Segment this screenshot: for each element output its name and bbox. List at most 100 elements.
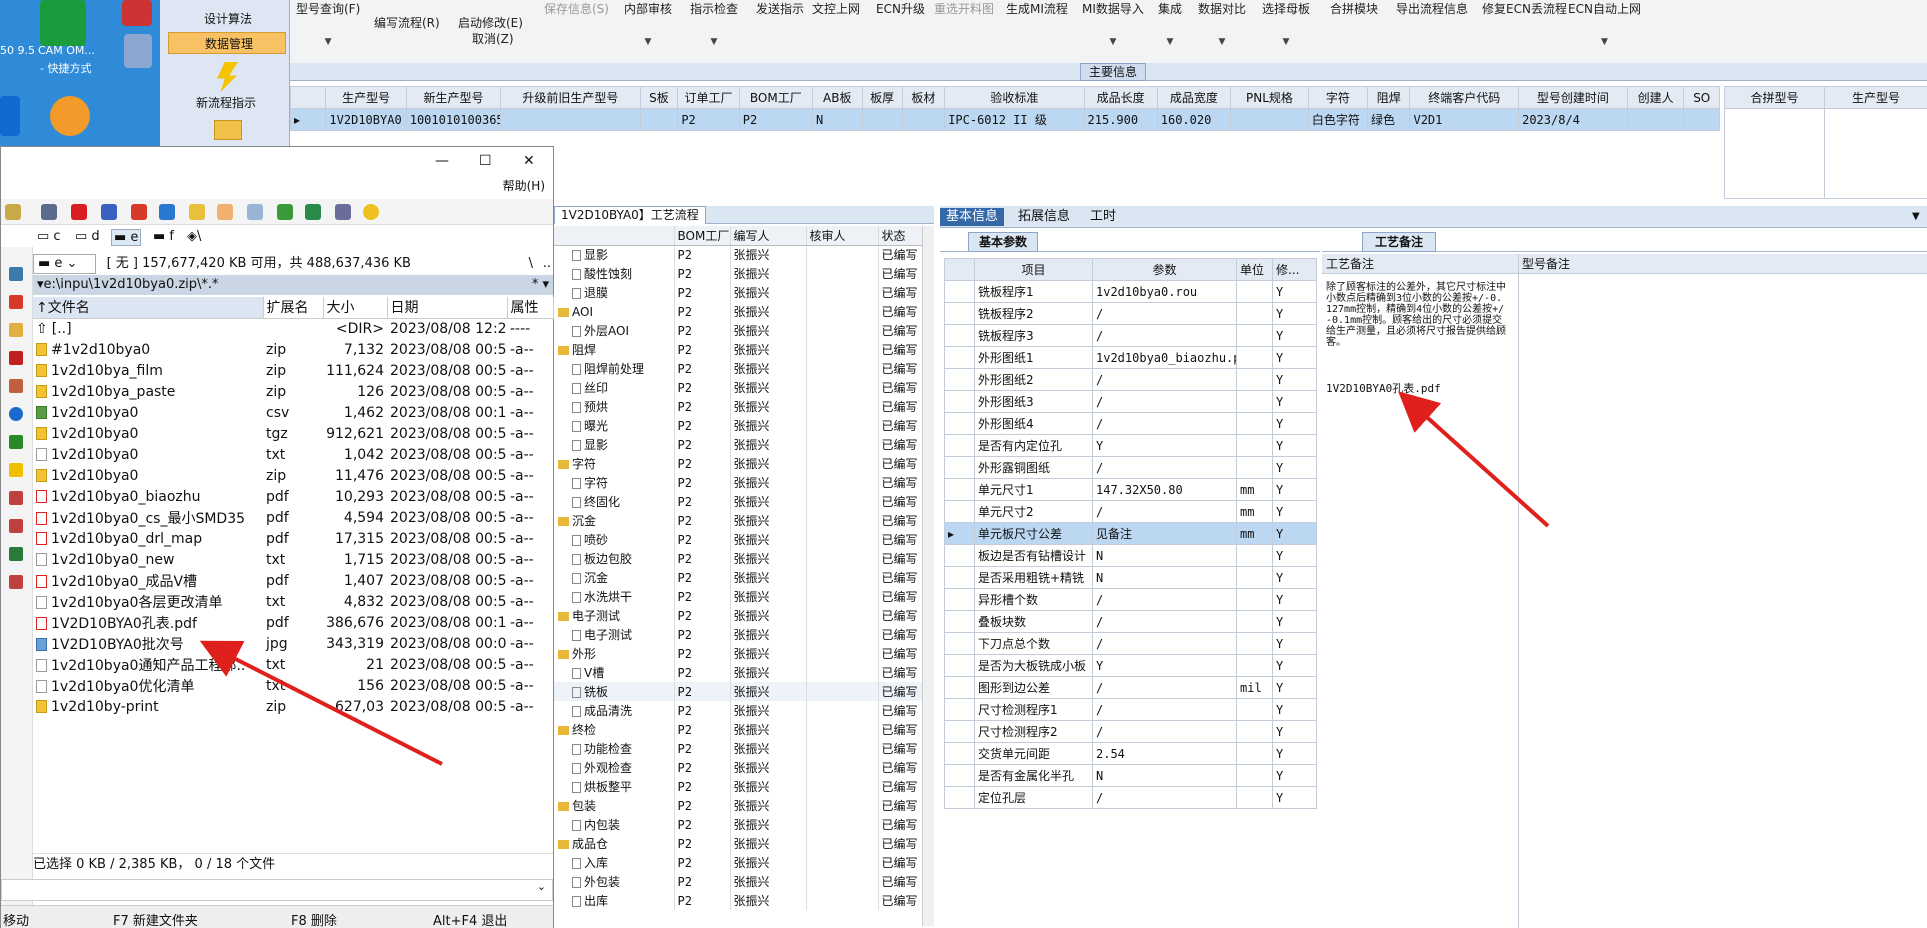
tb-doc-online[interactable]: 文控上网 xyxy=(812,0,860,17)
tb-ecn-upgrade[interactable]: ECN升级 xyxy=(876,0,925,17)
file-row[interactable]: 1v2d10bya0_new txt 1,715 2023/08/08 00:52 -a… xyxy=(33,549,553,570)
tab-craft-note[interactable]: 工艺备注 xyxy=(1362,232,1437,252)
process-row[interactable]: 曝光 P2 张振兴 已编写 xyxy=(554,416,925,435)
refresh-icon[interactable] xyxy=(5,204,21,220)
process-row[interactable]: 成品仓 P2 张振兴 已编写 xyxy=(554,834,925,853)
column-header[interactable]: 终端客户代码 xyxy=(1409,86,1520,109)
parent-button[interactable]: .. xyxy=(543,253,551,275)
process-row[interactable]: 喷砂 P2 张振兴 已编写 xyxy=(554,530,925,549)
process-row[interactable]: 字符 P2 张振兴 已编写 xyxy=(554,454,925,473)
column-header[interactable]: 状态 xyxy=(878,226,925,246)
tb-export-flow[interactable]: 导出流程信息 xyxy=(1396,0,1468,17)
fkey-exit[interactable]: Alt+F4 退出 xyxy=(433,910,507,928)
process-row[interactable]: 阻焊 P2 张振兴 已编写 xyxy=(554,340,925,359)
column-header[interactable]: 型号备注 xyxy=(1522,254,1570,274)
nav-item-design-algorithm[interactable]: 设计算法 xyxy=(168,8,286,30)
table-cell[interactable]: 2023/8/4 xyxy=(1518,108,1628,131)
column-header[interactable]: BOM工厂 xyxy=(674,226,731,246)
param-row[interactable]: 图形到边公差 / mil Y xyxy=(944,676,1317,699)
process-row[interactable]: 终固化 P2 张振兴 已编写 xyxy=(554,492,925,511)
column-header[interactable]: 参数 xyxy=(1092,258,1237,281)
table-cell[interactable] xyxy=(1626,108,1685,131)
tab-work-hours[interactable]: 工时 xyxy=(1084,208,1122,226)
column-header[interactable]: 订单工厂 xyxy=(677,86,740,109)
tb-send-instr[interactable]: 发送指示 xyxy=(756,0,804,17)
column-header[interactable]: 成品宽度 xyxy=(1156,86,1231,109)
root-button[interactable]: \ xyxy=(529,253,533,275)
sync-icon[interactable] xyxy=(159,204,175,220)
param-value[interactable]: Y xyxy=(1092,434,1237,457)
param-row[interactable]: 定位孔层 / Y xyxy=(944,786,1317,809)
tb-ecn-auto[interactable]: ECN自动上网 ▼ xyxy=(1568,0,1641,47)
file-row[interactable]: 1v2d10bya0 csv 1,462 2023/08/08 00:15 -a-- xyxy=(33,402,553,423)
param-value[interactable]: / xyxy=(1092,720,1237,743)
file-row[interactable]: 1v2d10bya0通知产品工程部.. txt 21 2023/08/08 00:52… xyxy=(33,654,553,675)
param-row[interactable]: 外形图纸4/ Y xyxy=(944,412,1317,435)
tb-check-instr[interactable]: 指示检查 ▼ xyxy=(690,0,738,47)
tx-app-icon[interactable] xyxy=(122,0,152,26)
tb-cancel[interactable]: 取消(Z) xyxy=(472,30,514,47)
column-header[interactable]: 生产型号 xyxy=(1824,86,1927,109)
file-row[interactable]: 1v2d10by-print zip 627,03 2023/08/08 00:53-… xyxy=(33,696,553,717)
param-value[interactable]: / xyxy=(1092,324,1237,347)
param-value[interactable]: 2.54 xyxy=(1092,742,1237,765)
column-header[interactable]: 板厚 xyxy=(861,86,903,109)
param-value[interactable]: / xyxy=(1092,610,1237,633)
table-cell[interactable]: 白色字符 xyxy=(1307,108,1368,131)
pdf-icon[interactable] xyxy=(131,204,147,220)
process-row[interactable]: 板边包胶 P2 张振兴 已编写 xyxy=(554,549,925,568)
drive-f-button[interactable]: ▬ f xyxy=(153,229,174,244)
process-row[interactable]: 外包装 P2 张振兴 已编写 xyxy=(554,872,925,891)
process-row[interactable]: 沉金 P2 张振兴 已编写 xyxy=(554,511,925,530)
param-row[interactable]: 单元尺寸1 147.32X50.80 mm Y xyxy=(944,478,1317,501)
toolbox-app-icon[interactable] xyxy=(124,34,152,68)
photo-tool-icon[interactable] xyxy=(9,379,23,393)
column-header-name[interactable]: ↑文件名 xyxy=(33,297,264,319)
process-row[interactable]: 成品清洗 P2 张振兴 已编写 xyxy=(554,701,925,720)
table-cell[interactable]: V2D1 xyxy=(1409,108,1520,131)
param-row[interactable]: 叠板块数 / Y xyxy=(944,610,1317,633)
table-cell[interactable]: P2 xyxy=(738,108,813,131)
process-row[interactable]: 内包装 P2 张振兴 已编写 xyxy=(554,815,925,834)
file-row[interactable]: 1v2d10bya0 txt 1,042 2023/08/08 00:52 -a-- xyxy=(33,444,553,465)
cam-app-icon[interactable] xyxy=(40,0,86,46)
param-row[interactable]: 单元尺寸2/mm Y xyxy=(944,500,1317,523)
process-row[interactable]: 沉金 P2 张振兴 已编写 xyxy=(554,568,925,587)
file-row[interactable]: 1v2d10bya0各层更改清单 txt 4,832 2023/08/08 00:52… xyxy=(33,591,553,612)
param-row[interactable]: 是否有金属化半孔 N Y xyxy=(944,764,1317,787)
file-row[interactable]: 1V2D10BYA0批次号 jpg 343,319 2023/08/08 00:06-… xyxy=(33,633,553,654)
column-header[interactable]: 阻焊 xyxy=(1366,86,1411,109)
excel-icon[interactable] xyxy=(305,204,321,220)
table-cell[interactable] xyxy=(861,108,903,131)
process-row[interactable]: 显影 P2 张振兴 已编写 xyxy=(554,245,925,264)
tb-mi-import[interactable]: MI数据导入 ▼ xyxy=(1082,0,1144,47)
column-header[interactable]: S板 xyxy=(639,86,679,109)
process-row[interactable]: 退膜 P2 张振兴 已编写 xyxy=(554,283,925,302)
menu-help[interactable]: 帮助(H) xyxy=(503,177,545,194)
process-row[interactable]: 外层AOI P2 张振兴 已编写 xyxy=(554,321,925,340)
tb-model-query[interactable]: 型号查询(F) ▼ xyxy=(296,0,360,47)
param-row[interactable]: 交货单元间距 2.54 Y xyxy=(944,742,1317,765)
file-row[interactable]: 1v2d10bya0_biaozhu pdf 10,293 2023/08/08 00… xyxy=(33,486,553,507)
process-row[interactable]: 出库 P2 张振兴 已编写 xyxy=(554,891,925,910)
delete-icon[interactable] xyxy=(71,204,87,220)
param-row[interactable]: ▸ 单元板尺寸公差 见备注 mm Y xyxy=(944,522,1317,545)
column-header-size[interactable]: 大小 xyxy=(323,297,388,319)
column-header[interactable] xyxy=(554,226,675,246)
file-row[interactable]: #1v2d10bya0 zip 7,132 2023/08/08 00:54 -a-- xyxy=(33,339,553,360)
file-row[interactable]: 1v2d10bya0_成品V槽 pdf 1,407 2023/08/08 00:52-… xyxy=(33,570,553,591)
process-row[interactable]: 电子测试 P2 张振兴 已编写 xyxy=(554,606,925,625)
column-header[interactable]: 成品长度 xyxy=(1083,86,1158,109)
doc-icon[interactable] xyxy=(217,204,233,220)
column-header[interactable]: PNL规格 xyxy=(1229,86,1309,109)
process-row[interactable]: 预烘 P2 张振兴 已编写 xyxy=(554,397,925,416)
param-value[interactable]: / xyxy=(1092,786,1237,809)
table-cell[interactable] xyxy=(901,108,946,131)
tab-basic-params[interactable]: 基本参数 xyxy=(968,232,1039,252)
image-tool-icon[interactable] xyxy=(9,323,23,337)
close-icon[interactable]: ✕ xyxy=(523,153,535,169)
process-row[interactable]: 外形 P2 张振兴 已编写 xyxy=(554,644,925,663)
param-value[interactable]: / xyxy=(1092,676,1237,699)
file-row[interactable]: ⇧ [..] <DIR> 2023/08/08 12:26 ---- xyxy=(33,318,553,339)
fkey-move[interactable]: 移动 xyxy=(3,910,29,928)
